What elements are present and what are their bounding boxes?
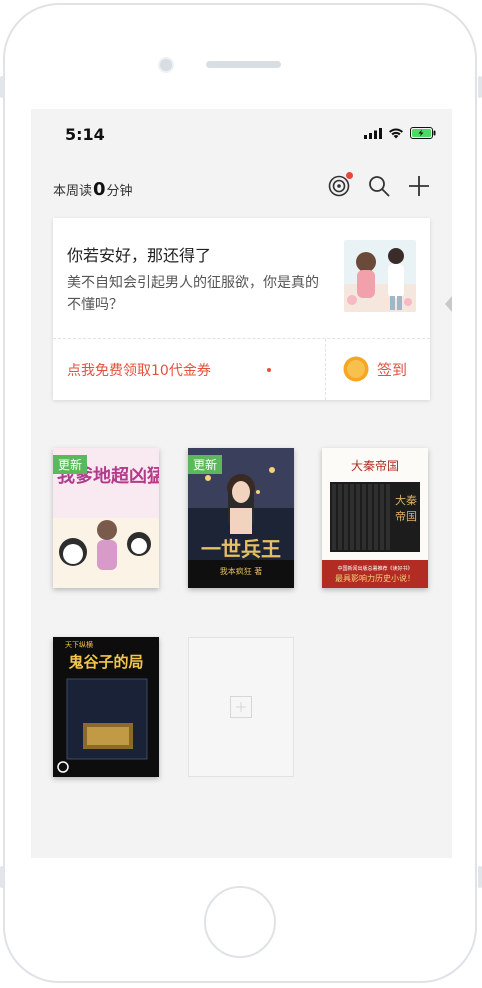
side-collapse-arrow-icon[interactable] bbox=[445, 296, 452, 312]
coin-icon bbox=[343, 356, 369, 382]
recommend-title: 你若安好，那还得了 bbox=[67, 246, 212, 265]
status-time: 5:14 bbox=[65, 125, 105, 144]
book-2-title: 一世兵王 bbox=[201, 537, 281, 561]
book-3-subtitle: 中国新闻出版总署推荐《读好书》 bbox=[337, 565, 412, 572]
book-cover[interactable]: 天下纵横 鬼谷子的局 bbox=[53, 637, 159, 777]
signin-label: 签到 bbox=[377, 360, 408, 379]
plus-icon[interactable] bbox=[408, 175, 430, 197]
book-4-kicker: 天下纵横 bbox=[65, 640, 93, 649]
svg-text:大秦: 大秦 bbox=[395, 493, 417, 507]
weekly-reading-prefix: 本周读 bbox=[53, 184, 93, 199]
target-icon[interactable] bbox=[328, 172, 353, 197]
status-icons bbox=[364, 127, 436, 139]
recommend-cover-image[interactable] bbox=[344, 240, 416, 312]
side-button-left bbox=[0, 76, 4, 98]
top-actions bbox=[328, 172, 430, 197]
side-button-right bbox=[478, 76, 482, 98]
add-book-slot[interactable] bbox=[188, 637, 294, 777]
card-bottom-separator bbox=[325, 339, 326, 400]
side-button-left-lower bbox=[0, 866, 4, 888]
card-divider bbox=[53, 338, 430, 339]
weekly-reading-suffix: 分钟 bbox=[106, 184, 133, 199]
signal-icon bbox=[364, 127, 382, 139]
recommend-card[interactable]: 你若安好，那还得了 美不自知会引起男人的征服欲，你是真的不懂吗？ 点我免费领取1… bbox=[53, 218, 430, 400]
wifi-icon bbox=[389, 128, 403, 139]
svg-text:帝国: 帝国 bbox=[395, 509, 417, 523]
signin-button[interactable]: 签到 bbox=[343, 356, 407, 382]
book-cover[interactable]: 大秦帝国 大秦 帝国 中国新闻出版总署推荐《读好书》 最具影响力历史小说！ bbox=[322, 448, 428, 588]
weekly-reading-stat: 本周读 0 分钟 bbox=[53, 179, 133, 200]
notification-dot bbox=[346, 172, 353, 179]
home-button[interactable] bbox=[204, 886, 276, 958]
weekly-reading-minutes: 0 bbox=[93, 179, 106, 200]
side-button-right-lower bbox=[478, 866, 482, 888]
front-camera bbox=[158, 57, 174, 73]
search-icon[interactable] bbox=[368, 175, 390, 197]
book-cover[interactable]: 更新 我爹地超凶猛 bbox=[53, 448, 159, 588]
app-screen: 5:14 本周读 0 分钟 你若安好，那还得了 美不自知会引起男人的征服欲，你是… bbox=[31, 109, 452, 858]
book-3-title: 大秦帝国 bbox=[351, 458, 399, 473]
book-3-tagline: 最具影响力历史小说！ bbox=[335, 573, 415, 583]
book-4-title: 鬼谷子的局 bbox=[68, 653, 143, 671]
add-book-icon bbox=[230, 696, 252, 718]
update-badge: 更新 bbox=[188, 455, 223, 474]
battery-icon bbox=[410, 127, 436, 139]
earpiece-speaker bbox=[206, 61, 281, 68]
coupon-link[interactable]: 点我免费领取10代金券 bbox=[67, 360, 211, 380]
book-cover[interactable]: 更新 一世兵王 我本疯狂 著 bbox=[188, 448, 294, 588]
update-badge: 更新 bbox=[53, 455, 88, 474]
coupon-dot bbox=[267, 368, 271, 372]
book-2-author: 我本疯狂 著 bbox=[220, 566, 263, 576]
recommend-description: 美不自知会引起男人的征服欲，你是真的不懂吗？ bbox=[67, 275, 319, 313]
